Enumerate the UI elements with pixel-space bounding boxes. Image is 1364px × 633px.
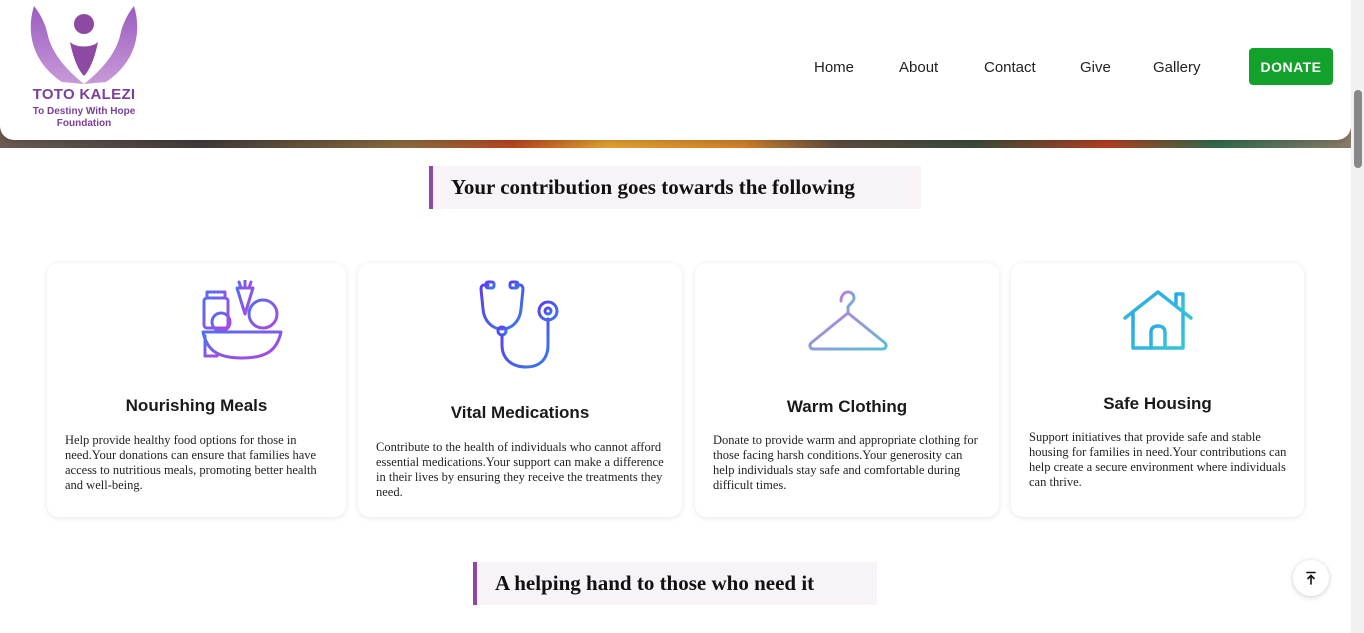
card-title: Warm Clothing (786, 397, 908, 416)
hands-logo-icon (30, 6, 138, 84)
nav-give[interactable]: Give (1080, 59, 1111, 76)
back-to-top-button[interactable] (1293, 560, 1329, 596)
card-text: Donate to provide warm and appropriate c… (713, 433, 978, 492)
donate-button[interactable]: DONATE (1249, 48, 1333, 85)
brand-tagline-line1: To Destiny With Hope (32, 106, 136, 117)
card-text: Support initiatives that provide safe an… (1029, 430, 1287, 489)
logo[interactable]: TOTO KALEZI To Destiny With Hope Foundat… (24, 2, 144, 132)
nav-about[interactable]: About (899, 59, 938, 76)
nav-contact[interactable]: Contact (984, 59, 1036, 76)
hanger-icon (808, 290, 888, 351)
card-text: Help provide healthy food options for th… (65, 433, 317, 492)
card-safe-housing: Safe Housing Support initiatives that pr… (1011, 263, 1304, 517)
helping-section-title: A helping hand to those who need it (473, 562, 877, 605)
food-basket-icon (201, 280, 283, 360)
scrollbar-thumb[interactable] (1354, 90, 1362, 168)
nav-home[interactable]: Home (814, 59, 854, 76)
card-text: Contribute to the health of individuals … (376, 440, 664, 499)
page-scrollbar[interactable] (1351, 0, 1364, 633)
arrow-up-to-line-icon (1306, 571, 1316, 585)
brand-tagline-line2: Foundation (56, 118, 112, 129)
card-warm-clothing: Warm Clothing Donate to provide warm and… (695, 263, 999, 517)
brand-tagline: To Destiny With Hope Foundation (24, 106, 144, 130)
card-vital-medications: Vital Medications Contribute to the heal… (358, 263, 682, 517)
house-icon (1123, 290, 1193, 350)
brand-name: TOTO KALEZI (32, 86, 136, 103)
contribution-section-title: Your contribution goes towards the follo… (429, 166, 921, 209)
nav-gallery[interactable]: Gallery (1153, 59, 1201, 76)
card-nourishing-meals: Nourishing Meals Help provide healthy fo… (47, 263, 346, 517)
site-header: TOTO KALEZI To Destiny With Hope Foundat… (0, 0, 1351, 140)
card-title: Nourishing Meals (125, 396, 268, 415)
card-title: Safe Housing (1103, 394, 1212, 413)
stethoscope-icon (479, 280, 559, 369)
card-title: Vital Medications (450, 403, 590, 422)
